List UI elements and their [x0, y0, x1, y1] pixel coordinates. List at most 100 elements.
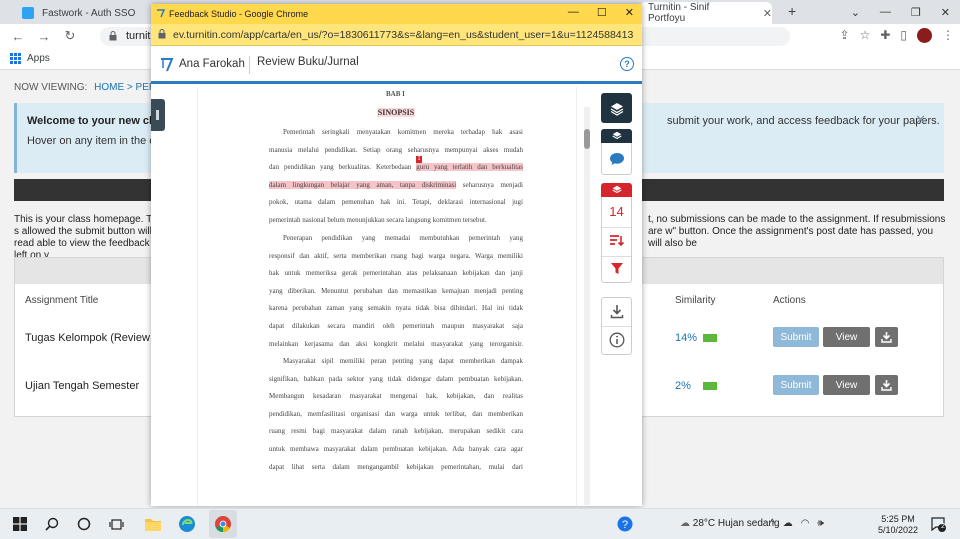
new-tab-icon[interactable]: +	[788, 3, 796, 19]
text-line: manusia melalui pendidikan. Setiap orang…	[269, 145, 523, 154]
similarity-score[interactable]: 2%	[675, 380, 691, 392]
wifi-icon[interactable]: ◠	[801, 518, 810, 529]
divider	[602, 256, 631, 257]
lock-icon	[158, 29, 166, 39]
layers-icon	[610, 103, 623, 116]
weather-widget[interactable]: ☁ 28°C Hujan sedang	[680, 518, 780, 529]
apps-label[interactable]: Apps	[27, 53, 50, 64]
page-navigator-toggle[interactable]	[151, 99, 165, 131]
cortana-button[interactable]	[74, 514, 94, 534]
download-icon	[881, 332, 892, 343]
close-tab-icon[interactable]: ✕	[763, 7, 772, 20]
similarity-panel: 14	[601, 183, 632, 283]
comment-icon	[609, 153, 624, 165]
filters-button[interactable]	[602, 262, 631, 275]
notification-center-button[interactable]: 2	[928, 514, 948, 534]
popup-minimize-icon[interactable]: —	[568, 6, 579, 19]
text-segment: dan pendidikan yang berkualitas. Keterbe…	[269, 163, 412, 172]
back-icon[interactable]: ←	[10, 29, 26, 44]
file-explorer-button[interactable]	[143, 514, 163, 534]
divider	[602, 227, 631, 228]
column-header-title: Assignment Title	[25, 295, 99, 306]
download-button[interactable]	[875, 327, 898, 347]
maximize-icon[interactable]: ❐	[911, 6, 921, 19]
close-window-icon[interactable]: ✕	[941, 6, 950, 19]
text-line: pokok, utama dalam pemenuhan hak ini. Te…	[269, 198, 523, 207]
help-icon[interactable]: ?	[620, 57, 634, 71]
text-line: Membangun kesadaran masyarakat mengenai …	[269, 392, 523, 401]
highlighted-match[interactable]: guru yang terlatih dan berkualitas	[416, 163, 523, 172]
windows-taskbar: ? ☁ 28°C Hujan sedang ^ ☁ ◠ 🕪 5:25 PM 5/…	[0, 508, 960, 539]
menu-icon[interactable]: ⋮	[942, 28, 954, 43]
text-line: ruang resmi bagi masyarakat dalam ranah …	[269, 427, 523, 436]
turnitin-favicon-icon	[157, 9, 166, 18]
fastwork-favicon-icon	[22, 7, 34, 19]
clock-time: 5:25 PM	[881, 514, 915, 524]
divider	[602, 326, 631, 327]
popup-close-icon[interactable]: ✕	[625, 6, 634, 19]
clock-date: 5/10/2022	[878, 525, 919, 535]
volume-icon[interactable]: 🕪	[817, 518, 823, 529]
document-scrollbar[interactable]	[584, 107, 590, 505]
match-overview-button[interactable]: 14	[602, 204, 631, 219]
document-title: Review Buku/Jurnal	[257, 56, 359, 68]
tab-turnitin[interactable]: Turnitin - Sinif Portfoyu ✕	[640, 2, 772, 24]
extensions-icon[interactable]: ✚	[880, 28, 890, 43]
download-button[interactable]	[875, 375, 898, 395]
edge-button[interactable]	[177, 514, 197, 534]
minimize-icon[interactable]: —	[880, 6, 891, 18]
reload-icon[interactable]: ↻	[62, 28, 78, 44]
network-icon[interactable]: ☁	[783, 518, 793, 529]
instructor-feedback-button[interactable]	[601, 129, 632, 175]
help-app-button[interactable]: ?	[615, 514, 635, 534]
text-line: untuk membawa masyarakat dalam pembuatan…	[269, 444, 523, 453]
view-button[interactable]: View	[823, 327, 870, 347]
close-info-icon[interactable]: ✕	[915, 112, 926, 128]
weather-icon: ☁	[680, 518, 690, 529]
chrome-button[interactable]	[209, 510, 237, 538]
download-icon	[881, 380, 892, 391]
clock[interactable]: 5:25 PM 5/10/2022	[878, 514, 918, 536]
submission-info-button[interactable]	[602, 332, 631, 348]
similarity-layer-header[interactable]	[601, 183, 632, 197]
feedback-studio-window: Feedback Studio - Google Chrome — ☐ ✕ ev…	[151, 4, 642, 506]
start-button[interactable]	[10, 514, 30, 534]
popup-maximize-icon[interactable]: ☐	[597, 6, 607, 19]
apps-icon[interactable]	[10, 53, 21, 64]
profile-avatar[interactable]	[917, 28, 932, 43]
cortana-icon	[77, 517, 91, 531]
popup-url[interactable]: ev.turnitin.com/app/carta/en_us/?o=18306…	[173, 29, 633, 41]
assignment-title: Ujian Tengah Semester	[25, 380, 140, 392]
filter-icon	[610, 263, 623, 274]
now-viewing-label: NOW VIEWING:	[14, 82, 88, 93]
info-text-right: submit your work, and access feedback fo…	[667, 115, 940, 127]
text-line: Masyarakat sipil memiliki peran penting …	[283, 357, 523, 365]
forward-icon[interactable]: →	[36, 29, 52, 44]
submit-button[interactable]: Submit	[773, 327, 819, 347]
share-icon[interactable]: ⇪	[840, 28, 850, 43]
text-line: responsif dan aktif, serta memberikan ru…	[269, 251, 523, 260]
scrollbar-thumb[interactable]	[584, 129, 590, 149]
tab-search-icon[interactable]: ⌄	[851, 6, 860, 19]
layers-button[interactable]	[601, 93, 632, 123]
all-sources-button[interactable]	[602, 234, 631, 248]
bookmark-star-icon[interactable]: ☆	[860, 28, 871, 43]
view-button[interactable]: View	[823, 375, 870, 395]
sort-sources-icon	[610, 235, 624, 247]
download-icon	[610, 305, 623, 319]
similarity-score[interactable]: 14%	[675, 332, 697, 344]
submit-button[interactable]: Submit	[773, 375, 819, 395]
task-view-button[interactable]	[106, 514, 126, 534]
tray-expand-icon[interactable]: ^	[770, 518, 775, 529]
download-button[interactable]	[602, 304, 631, 319]
tab-fastwork[interactable]: Fastwork - Auth SSO	[14, 2, 154, 24]
text-line: karena perubahan zaman yang semakin nyat…	[269, 304, 523, 313]
sidebar-icon[interactable]: ▯	[900, 28, 907, 43]
highlighted-match[interactable]: dalam lingkungan belajar yang aman, tanp…	[269, 180, 457, 189]
notification-count: 2	[941, 523, 945, 530]
search-button[interactable]	[42, 514, 62, 534]
feedback-studio-header: Ana Farokah Review Buku/Jurnal ?	[151, 46, 642, 84]
text-line: dan pendidikan yang berkualitas. Keterbe…	[269, 159, 523, 177]
text-line: Penerapan pendidikan yang memadai membut…	[283, 234, 523, 242]
layers-small-icon	[611, 131, 622, 140]
